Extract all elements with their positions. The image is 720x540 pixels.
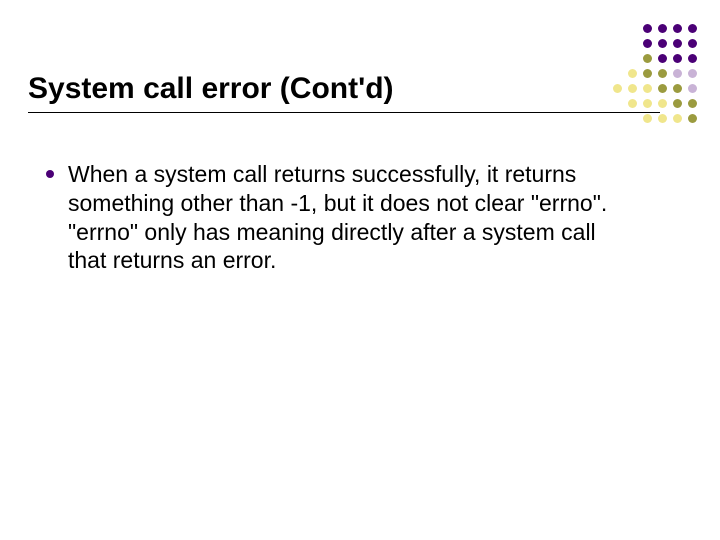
bullet-text: When a system call returns successfully,…: [68, 160, 620, 275]
bullet-icon: [46, 170, 54, 178]
title-underline: [28, 112, 660, 113]
slide-content: When a system call returns successfully,…: [46, 160, 620, 275]
title-container: System call error (Cont'd): [28, 72, 660, 113]
bullet-item: When a system call returns successfully,…: [46, 160, 620, 275]
slide-title: System call error (Cont'd): [28, 72, 660, 112]
